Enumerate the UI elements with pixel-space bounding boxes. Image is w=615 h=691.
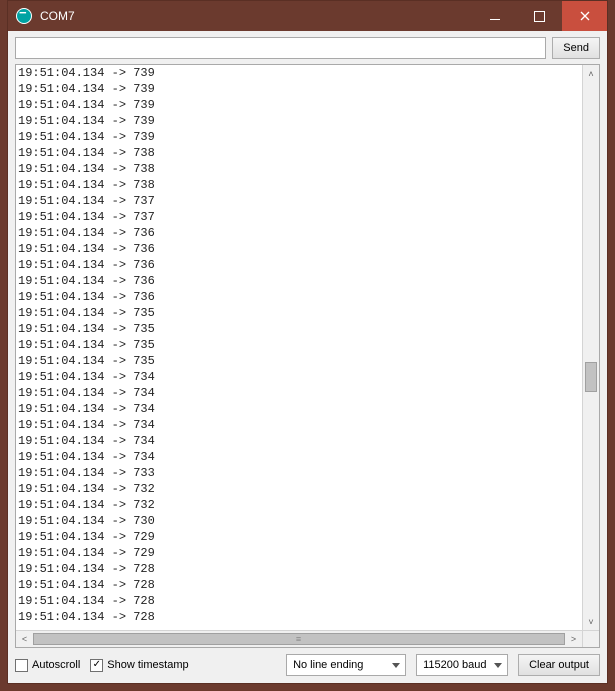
send-button[interactable]: Send: [552, 37, 600, 59]
autoscroll-label: Autoscroll: [32, 659, 80, 671]
scroll-left-icon[interactable]: <: [16, 631, 33, 647]
timestamp-label: Show timestamp: [107, 659, 188, 671]
serial-monitor-window: COM7 Send 19:51:04.134 -> 739 19:51:04.1…: [7, 0, 608, 684]
bottom-bar: Autoscroll ✓ Show timestamp No line endi…: [8, 648, 607, 683]
scroll-track-v[interactable]: [583, 82, 599, 613]
line-ending-value: No line ending: [293, 659, 363, 671]
titlebar: COM7: [8, 1, 607, 31]
window-controls: [472, 1, 607, 31]
close-button[interactable]: [562, 1, 607, 31]
vertical-scrollbar[interactable]: ˄ ˅: [582, 65, 599, 630]
baud-select[interactable]: 115200 baud: [416, 654, 508, 676]
line-ending-select[interactable]: No line ending: [286, 654, 406, 676]
checkbox-icon: [15, 659, 28, 672]
send-input[interactable]: [15, 37, 546, 59]
timestamp-checkbox[interactable]: ✓ Show timestamp: [90, 659, 188, 672]
scroll-thumb-v[interactable]: [585, 362, 597, 392]
serial-output: 19:51:04.134 -> 739 19:51:04.134 -> 739 …: [16, 65, 582, 630]
checkbox-icon: ✓: [90, 659, 103, 672]
scroll-thumb-h[interactable]: ≡: [33, 633, 565, 645]
minimize-button[interactable]: [472, 1, 517, 31]
clear-output-button[interactable]: Clear output: [518, 654, 600, 676]
window-title: COM7: [40, 9, 472, 23]
send-row: Send: [8, 31, 607, 64]
scroll-corner: [582, 631, 599, 647]
scroll-right-icon[interactable]: >: [565, 631, 582, 647]
maximize-button[interactable]: [517, 1, 562, 31]
scroll-track-h[interactable]: ≡: [33, 631, 565, 647]
scroll-up-icon[interactable]: ˄: [583, 65, 599, 82]
arduino-icon: [16, 8, 32, 24]
horizontal-scrollbar[interactable]: < ≡ >: [16, 630, 599, 647]
baud-value: 115200 baud: [423, 659, 486, 671]
output-panel: 19:51:04.134 -> 739 19:51:04.134 -> 739 …: [15, 64, 600, 648]
scroll-down-icon[interactable]: ˅: [583, 613, 599, 630]
autoscroll-checkbox[interactable]: Autoscroll: [15, 659, 80, 672]
